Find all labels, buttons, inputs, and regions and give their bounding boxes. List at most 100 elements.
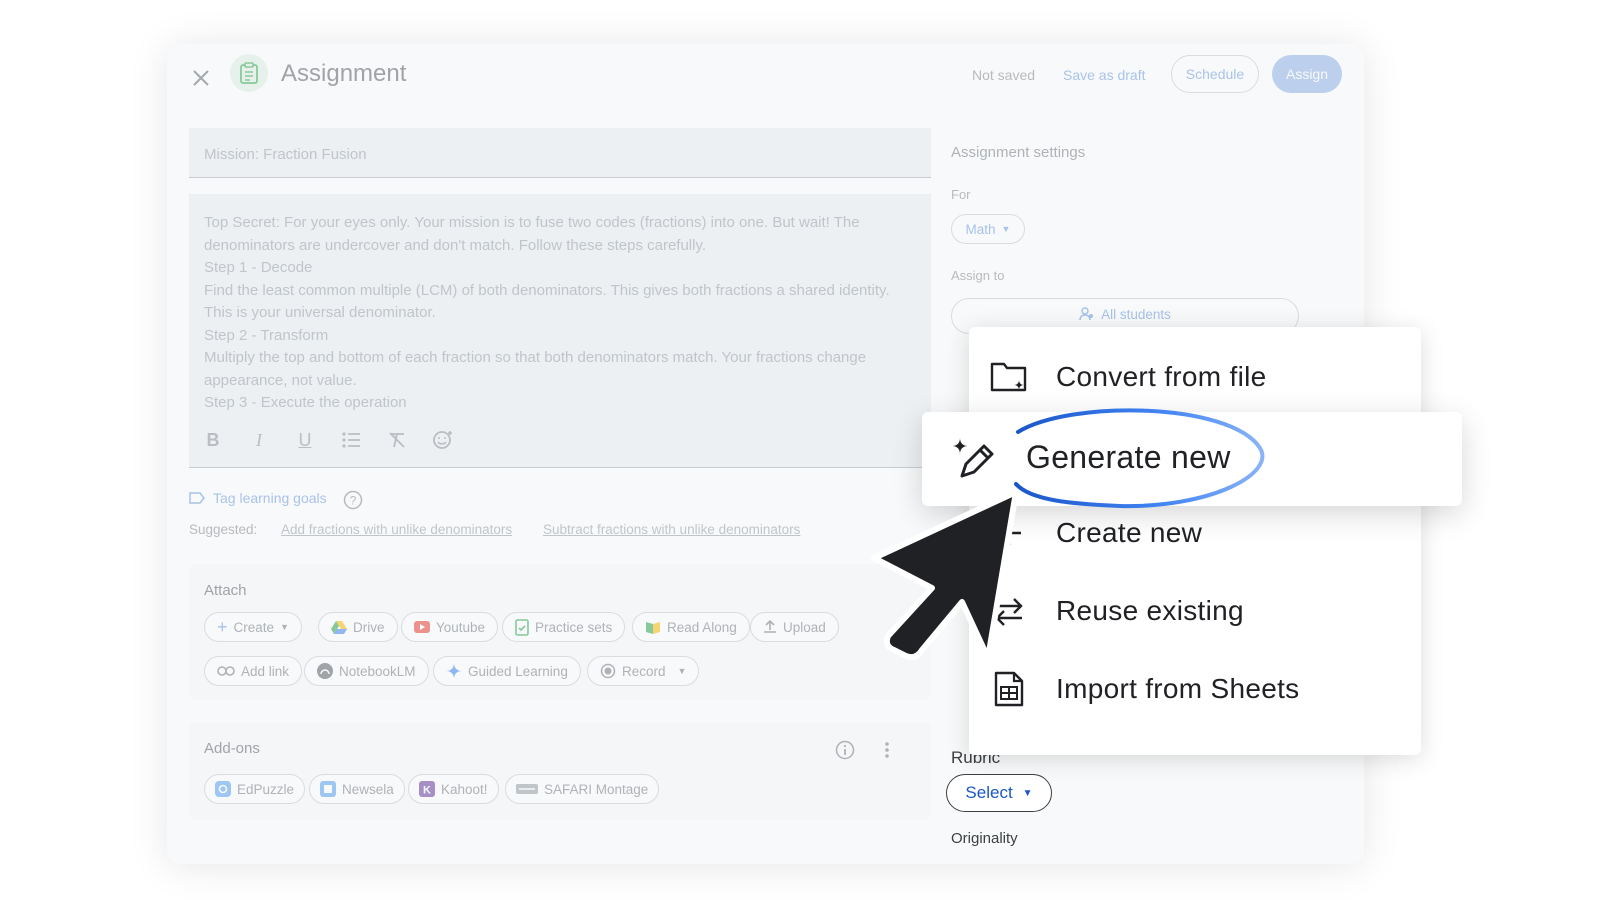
chip-label: NotebookLM [339, 663, 416, 679]
chip-label: Youtube [436, 619, 486, 635]
instructions-line: Find the least common multiple (LCM) of … [204, 281, 890, 299]
bold-icon[interactable]: B [199, 426, 227, 454]
notebooklm-icon [317, 663, 333, 679]
kahoot-icon: K [419, 781, 435, 797]
caret-down-icon: ▼ [677, 666, 687, 676]
clear-format-icon[interactable] [383, 426, 411, 454]
label-icon [189, 492, 205, 504]
create-chip[interactable]: + Create ▼ [204, 612, 302, 642]
chip-label: Newsela [342, 781, 394, 797]
bulleted-list-icon[interactable] [337, 426, 365, 454]
record-icon [600, 663, 616, 679]
instructions-line: appearance, not value. [204, 371, 357, 389]
save-status: Not saved [972, 67, 1036, 83]
caret-down-icon: ▼ [280, 622, 289, 632]
svg-text:K: K [423, 785, 431, 797]
menu-item-convert-from-file[interactable]: Convert from file [969, 337, 1421, 417]
plus-icon: + [217, 616, 228, 637]
newsela-chip[interactable]: Newsela [309, 774, 405, 804]
help-icon[interactable]: ? [343, 490, 363, 510]
add-link-chip[interactable]: Add link [204, 656, 303, 686]
edpuzzle-chip[interactable]: EdPuzzle [204, 774, 306, 804]
plus-icon [989, 513, 1029, 553]
suggestion-subtract-fractions[interactable]: Subtract fractions with unlike denominat… [543, 522, 800, 537]
safari-montage-chip[interactable]: SAFARI Montage [505, 774, 660, 804]
svg-text:?: ? [350, 494, 357, 508]
format-toolbar: B I U [199, 426, 457, 454]
repeat-icon [989, 591, 1029, 631]
instructions-line: Step 3 - Execute the operation [204, 394, 407, 411]
menu-item-reuse-existing[interactable]: Reuse existing [969, 571, 1421, 651]
youtube-icon [414, 621, 430, 633]
menu-item-generate-new[interactable]: Generate new [922, 412, 1462, 506]
instructions-input[interactable]: Top Secret: For your eyes only. Your mis… [189, 194, 931, 468]
link-icon [217, 666, 235, 676]
tag-learning-goals-link[interactable]: Tag learning goals [189, 490, 327, 506]
upload-chip[interactable]: Upload [750, 612, 839, 642]
edpuzzle-icon [215, 781, 231, 797]
chip-label: Add link [241, 663, 290, 679]
drive-icon [331, 621, 347, 634]
notebooklm-chip[interactable]: NotebookLM [304, 656, 429, 686]
assignment-icon [230, 54, 268, 92]
assign-button[interactable]: Assign [1272, 55, 1342, 93]
assign-to-value: All students [1101, 307, 1171, 322]
chip-label: Kahoot! [441, 781, 488, 797]
settings-title: Assignment settings [951, 144, 1086, 161]
close-icon[interactable] [189, 66, 213, 90]
attach-title: Attach [204, 582, 247, 599]
chip-label: Read Along [667, 619, 737, 635]
menu-item-label: Create new [1056, 517, 1203, 548]
practice-sets-icon [515, 618, 529, 636]
kahoot-chip[interactable]: K Kahoot! [408, 774, 499, 804]
chip-label: Practice sets [535, 619, 613, 635]
youtube-chip[interactable]: Youtube [401, 612, 499, 642]
instructions-line: Multiply the top and bottom of each frac… [204, 349, 867, 366]
drive-chip[interactable]: Drive [318, 612, 398, 642]
more-vert-icon[interactable] [883, 740, 891, 765]
folder-sparkle-icon [989, 357, 1029, 397]
title-input[interactable]: Mission: Fraction Fusion [189, 128, 931, 178]
addons-title: Add-ons [204, 740, 260, 757]
record-chip[interactable]: Record ▼ [587, 656, 700, 686]
newsela-icon [320, 781, 336, 797]
emoji-icon[interactable] [429, 426, 457, 454]
page-title: Assignment [281, 60, 407, 87]
chip-label: EdPuzzle [237, 781, 295, 797]
class-select[interactable]: Math ▼ [951, 214, 1025, 244]
info-icon[interactable] [835, 740, 855, 765]
magic-pencil-icon [948, 434, 996, 482]
chip-label: Create [233, 619, 275, 635]
chip-label: Guided Learning [468, 663, 568, 679]
menu-item-label: Reuse existing [1056, 595, 1244, 626]
sheets-icon [989, 669, 1029, 709]
safari-montage-icon [516, 784, 538, 794]
class-select-value: Math [965, 221, 996, 237]
italic-icon[interactable]: I [245, 426, 273, 454]
instructions-line: denominators are undercover and don't ma… [204, 236, 707, 254]
rubric-select-button[interactable]: Select ▼ [946, 774, 1052, 812]
underline-icon[interactable]: U [291, 426, 319, 454]
instructions-line: Step 1 - Decode [204, 259, 313, 276]
chip-label: SAFARI Montage [544, 781, 649, 797]
for-label: For [951, 187, 971, 202]
sparkle-icon [446, 663, 462, 679]
read-along-chip[interactable]: Read Along [632, 612, 750, 642]
menu-item-import-from-sheets[interactable]: Import from Sheets [969, 649, 1421, 729]
caret-down-icon: ▼ [1001, 224, 1011, 234]
guided-learning-chip[interactable]: Guided Learning [433, 656, 581, 686]
chip-label: Record [622, 663, 666, 679]
practice-sets-chip[interactable]: Practice sets [502, 612, 626, 642]
save-draft-link[interactable]: Save as draft [1063, 67, 1146, 83]
attach-section: Attach + Create ▼ Drive Youtube Practice… [189, 564, 931, 700]
addons-section: Add-ons EdPuzzle Newsela K Kahoot! SAFAR… [189, 722, 931, 820]
menu-item-label: Convert from file [1056, 361, 1267, 392]
people-icon [1079, 307, 1094, 321]
rubric-menu: Convert from file Create new Reuse exist… [969, 327, 1421, 755]
menu-item-label: Import from Sheets [1056, 673, 1300, 704]
instructions-line: Step 2 - Transform [204, 326, 329, 344]
schedule-button[interactable]: Schedule [1171, 55, 1259, 93]
instructions-line: This is your universal denominator. [204, 304, 436, 321]
upload-icon [764, 620, 776, 633]
suggestion-add-fractions[interactable]: Add fractions with unlike denominators [281, 522, 512, 537]
